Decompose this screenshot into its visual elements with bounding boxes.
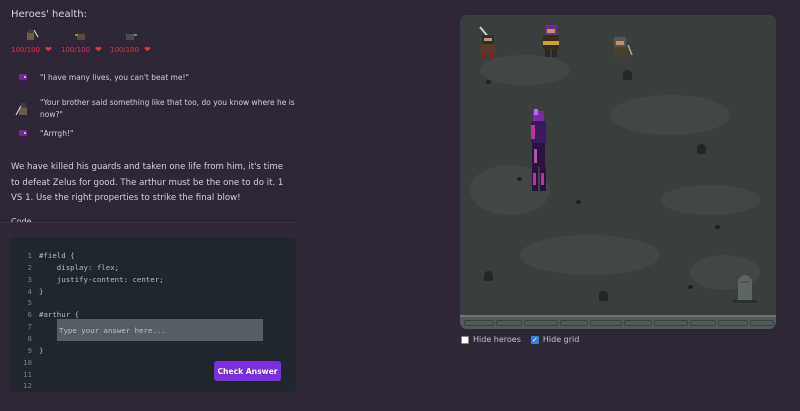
hero-avatar-icon [15,103,27,116]
rogue-icon [126,29,137,40]
stone-wall [460,315,776,329]
hide-heroes-toggle[interactable]: Hide heroes [461,335,521,344]
zelus-avatar-icon [19,130,27,143]
line-number: 6 [27,310,32,319]
line-number: 4 [27,287,32,296]
hide-grid-checkbox[interactable]: ✓ [530,335,539,344]
line-number: 3 [27,275,32,284]
zelus-avatar-icon [19,74,27,87]
line-number: 7 [27,322,32,331]
heart-icon: ❤ [45,45,52,54]
ground-patch [480,55,570,85]
fighter-sprite [479,26,495,58]
hero-health-rogue: 100/100 ❤ [110,28,154,58]
line-number: 8 [27,334,32,343]
hero-health-archer: 100/100 ❤ [61,28,105,58]
zelus-sprite [531,109,546,191]
rock [599,291,608,301]
heart-icon: ❤ [144,45,151,54]
game-board [460,15,776,329]
rock [623,70,632,80]
dialog-text: "I have many lives, you can't beat me!" [40,73,189,82]
heroes-health-title: Heroes' health: [11,9,87,20]
hp-value: 100/100 [110,46,140,54]
line-number: 9 [27,346,32,355]
check-answer-button[interactable]: Check Answer [214,361,281,381]
story-text: We have killed his guards and taken one … [11,162,284,203]
heart-icon: ❤ [95,45,102,54]
line-number: 2 [27,263,32,272]
hide-grid-toggle[interactable]: ✓ Hide grid [530,335,580,344]
ground-patch [610,95,730,135]
fighter-icon [27,29,39,40]
line-number: 12 [23,381,32,390]
answer-input[interactable] [57,319,263,341]
divider [0,222,296,223]
line-number: 5 [27,298,32,307]
line-number: 1 [27,251,32,260]
css-editor: 1 2 3 4 5 6 7 8 9 10 11 12 #field { disp… [9,237,296,392]
rock [697,144,706,154]
code-line: #field { [39,251,75,260]
pebble [486,80,491,84]
hero-health-fighter: 100/100 ❤ [11,28,55,58]
rogue-sprite [613,37,633,57]
line-number: 10 [23,358,32,367]
rock [484,271,493,281]
hide-heroes-checkbox[interactable] [461,335,469,344]
dialog-text: "Arrrgh!" [40,129,74,138]
hp-value: 100/100 [61,46,91,54]
hide-grid-label: Hide grid [542,335,580,344]
pebble [517,177,522,181]
pebble [688,285,693,289]
board-controls: Hide heroes ✓ Hide grid [461,335,589,344]
dialog-text: "Your brother said something like that t… [40,98,295,119]
ground-patch [660,185,760,215]
code-line: } [39,346,44,355]
line-number: 11 [23,370,32,379]
code-line: justify-content: center; [39,275,164,284]
code-line: } [39,287,44,296]
archer-sprite [543,25,559,57]
pebble [576,200,581,204]
ground-patch [520,235,660,275]
hide-heroes-label: Hide heroes [473,335,521,344]
tombstone-icon [733,275,757,303]
archer-icon [75,29,85,40]
pebble [715,225,720,229]
hp-value: 100/100 [11,46,41,54]
instructions-panel: Heroes' health: 100/100 ❤ 100/100 ❤ 100/… [0,0,300,411]
code-line: display: flex; [39,263,120,272]
code-line: #arthur { [39,310,80,319]
